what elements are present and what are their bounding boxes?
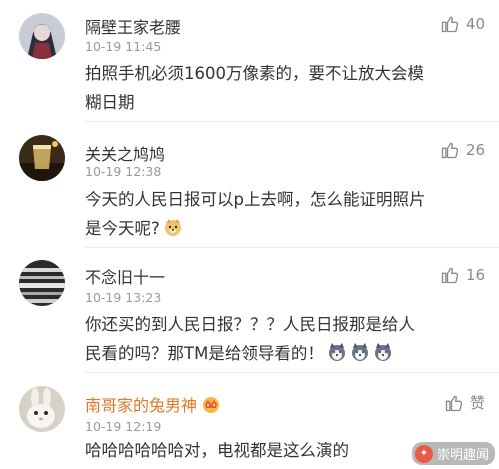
- comment-line: 糊日期: [85, 93, 135, 112]
- comment-time: 10-19 11:45: [85, 39, 162, 54]
- avatar[interactable]: [19, 386, 65, 432]
- doge-emoji-icon: [164, 219, 181, 236]
- comment-line: 拍照手机必须1600万像素的，要不让放大会模: [85, 64, 424, 83]
- thumbs-up-icon: [441, 267, 458, 284]
- glass-avatar-icon: [19, 135, 65, 181]
- comment-text: 拍照手机必须1600万像素的，要不让放大会模 糊日期: [85, 59, 480, 117]
- comment-line-with-emoji: 民看的吗？那TM是给领导看的！: [85, 339, 480, 368]
- divider: [85, 372, 499, 373]
- thumbs-up-icon: [441, 16, 458, 33]
- like-button[interactable]: 16: [440, 265, 485, 285]
- username[interactable]: 隔壁王家老腰: [85, 14, 181, 38]
- stripes-avatar-icon: [19, 260, 65, 306]
- comment-text: 今天的人民日报可以p上去啊，怎么能证明照片 是今天呢?: [85, 185, 480, 243]
- comment-line-with-emoji: 是今天呢?: [85, 214, 480, 243]
- rabbit-avatar-icon: [19, 386, 65, 432]
- thumbs-up-icon: [441, 142, 458, 159]
- avatar[interactable]: [19, 13, 65, 59]
- watermark-text: 崇明趣闻: [436, 448, 489, 463]
- crown-emoji-icon: [203, 397, 220, 413]
- like-label: 赞: [469, 394, 485, 412]
- divider: [85, 121, 499, 122]
- username[interactable]: 关关之鸠鸠: [85, 141, 165, 165]
- like-count: 40: [465, 15, 485, 33]
- avatar[interactable]: [19, 135, 65, 181]
- comment-time: 10-19 13:23: [85, 290, 162, 305]
- divider: [85, 247, 499, 248]
- like-count: 16: [465, 266, 485, 284]
- comment-time: 10-19 12:38: [85, 164, 162, 179]
- watermark-logo-icon: ✦: [414, 444, 433, 463]
- like-button[interactable]: 26: [440, 140, 485, 160]
- husky-emoji-icon: [328, 343, 345, 361]
- watermark: ✦ 崇明趣闻: [411, 442, 495, 465]
- like-button[interactable]: 40: [440, 14, 485, 34]
- thumbs-up-icon: [445, 395, 463, 411]
- avatar[interactable]: [19, 260, 65, 306]
- like-button[interactable]: 赞: [444, 392, 485, 413]
- husky-emoji-icon: [374, 343, 391, 361]
- husky-emoji-icon: [351, 343, 368, 361]
- vip-username[interactable]: 南哥家的兔男神: [85, 392, 221, 416]
- username[interactable]: 不念旧十一: [85, 264, 165, 288]
- anime-figure-avatar-icon: [19, 13, 65, 59]
- comment-line: 今天的人民日报可以p上去啊，怎么能证明照片: [85, 190, 426, 209]
- like-count: 26: [465, 141, 485, 159]
- comment-time: 10-19 12:19: [85, 419, 162, 434]
- comment-line: 你还买的到人民日报？？？人民日报那是给人: [85, 315, 415, 334]
- comment-text: 你还买的到人民日报？？？人民日报那是给人 民看的吗？那TM是给领导看的！: [85, 310, 480, 368]
